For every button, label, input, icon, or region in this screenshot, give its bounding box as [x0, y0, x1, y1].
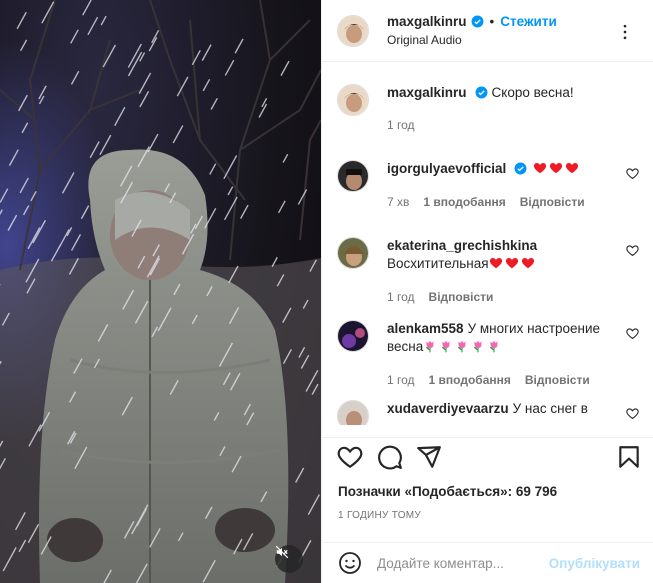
comment-emojis: [533, 161, 581, 176]
bookmark-icon[interactable]: [616, 444, 642, 470]
caption-text: Скоро весна!: [491, 85, 574, 100]
reply-button[interactable]: Відповісти: [429, 288, 494, 306]
post-sidebar: maxgalkinru • Стежити Original Audio max…: [321, 0, 653, 583]
post-header: maxgalkinru • Стежити Original Audio: [322, 0, 653, 62]
tulip-emoji-icon: [487, 339, 501, 353]
verified-icon: [471, 15, 483, 28]
mute-button[interactable]: [275, 545, 303, 573]
tulip-emoji-icon: [471, 339, 485, 353]
tulip-emoji-icon: [455, 339, 469, 353]
comment-item: xudaverdiyevaarzu У нас снег в: [322, 400, 653, 425]
comment-time[interactable]: 7 хв: [387, 193, 409, 211]
author-avatar[interactable]: [337, 14, 369, 47]
comment-input[interactable]: [377, 555, 542, 571]
tulip-emoji-icon: [423, 339, 437, 353]
reply-button[interactable]: Відповісти: [520, 193, 585, 211]
more-icon[interactable]: [615, 22, 635, 42]
tulip-emoji-icon: [439, 339, 453, 353]
post-button[interactable]: Опублікувати: [549, 556, 640, 571]
author-username[interactable]: maxgalkinru: [387, 14, 467, 29]
comment-item: ekaterina_grechishkina Восхитительная 1 …: [322, 237, 653, 306]
heart-emoji-icon: [565, 161, 579, 175]
caption-time[interactable]: 1 год: [387, 116, 415, 134]
comment-composer: Опублікувати: [322, 542, 653, 583]
action-bar: [322, 437, 653, 475]
verified-icon: [475, 86, 487, 99]
comment-likes[interactable]: 1 вподобання: [429, 371, 511, 389]
comment-icon[interactable]: [377, 444, 403, 470]
comment-username[interactable]: igorgulyaevofficial: [387, 161, 506, 176]
heart-emoji-icon: [533, 161, 547, 175]
comment-item: igorgulyaevofficial 7 хв 1 вподобання Відп…: [322, 160, 653, 211]
video-frame: [0, 0, 321, 583]
comment-time[interactable]: 1 год: [387, 288, 415, 306]
author-avatar[interactable]: [337, 84, 369, 116]
post-viewer: maxgalkinru • Стежити Original Audio max…: [0, 0, 653, 583]
caption: maxgalkinru Скоро весна! 1 год: [322, 84, 653, 134]
likes-count[interactable]: Позначки «Подобається»: 69 796: [338, 484, 557, 499]
commenter-avatar[interactable]: [337, 237, 369, 269]
emoji-icon[interactable]: [338, 551, 362, 575]
mute-icon: [275, 545, 289, 559]
heart-icon[interactable]: [337, 444, 363, 470]
post-time[interactable]: 1 ГОДИНУ ТОМУ: [338, 510, 421, 521]
heart-icon[interactable]: [626, 244, 639, 257]
comment-username[interactable]: xudaverdiyevaarzu: [387, 401, 509, 416]
comment-username[interactable]: alenkam558: [387, 321, 464, 336]
comment-text: У нас снег в: [512, 401, 588, 416]
heart-icon[interactable]: [626, 327, 639, 340]
follow-button[interactable]: Стежити: [500, 14, 556, 29]
share-icon[interactable]: [416, 444, 442, 470]
heart-emoji-icon: [505, 256, 519, 270]
comment-item: alenkam558 У многих настроение весна 1 го…: [322, 320, 653, 389]
heart-emoji-icon: [489, 256, 503, 270]
comment-emojis: [489, 256, 537, 271]
comment-time[interactable]: 1 год: [387, 371, 415, 389]
caption-username[interactable]: maxgalkinru: [387, 85, 467, 100]
heart-icon[interactable]: [626, 407, 639, 420]
video-player[interactable]: [0, 0, 321, 583]
commenter-avatar[interactable]: [337, 400, 369, 425]
commenter-avatar[interactable]: [337, 160, 369, 192]
commenter-avatar[interactable]: [337, 320, 369, 352]
comment-likes[interactable]: 1 вподобання: [423, 193, 505, 211]
comment-username[interactable]: ekaterina_grechishkina: [387, 238, 537, 253]
comment-emojis: [423, 339, 503, 354]
audio-label[interactable]: Original Audio: [387, 33, 557, 47]
heart-emoji-icon: [521, 256, 535, 270]
verified-icon: [514, 162, 527, 175]
heart-icon[interactable]: [626, 167, 639, 180]
separator-dot: •: [489, 14, 495, 29]
comment-text: Восхитительная: [387, 256, 489, 271]
heart-emoji-icon: [549, 161, 563, 175]
comments-list[interactable]: maxgalkinru Скоро весна! 1 год igorgulyae…: [322, 62, 653, 425]
reply-button[interactable]: Відповісти: [525, 371, 590, 389]
